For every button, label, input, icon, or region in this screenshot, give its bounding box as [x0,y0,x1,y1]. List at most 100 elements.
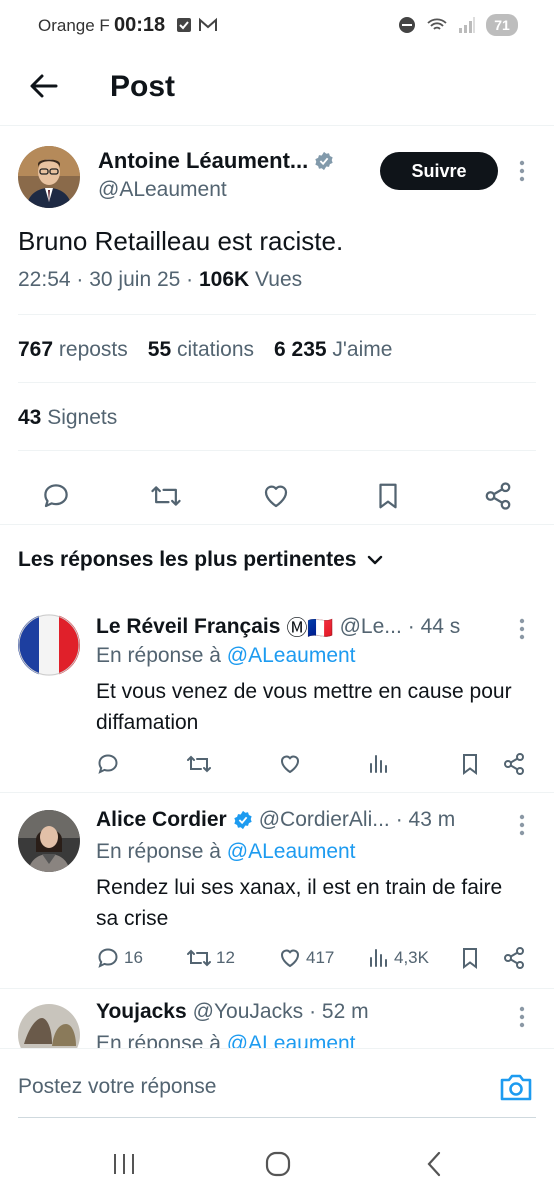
replying-to: En réponse à @ALeaument [96,840,356,863]
quotes-stat[interactable]: 55 citations [148,338,254,362]
like-count: 417 [306,948,335,967]
more-options-icon[interactable] [518,1006,526,1028]
share-icon [485,482,511,510]
reply-author-name[interactable]: Le Réveil Français [96,615,280,639]
reply-button[interactable] [36,476,76,516]
recent-apps-icon [114,1154,134,1174]
repost-button[interactable]: 12 [186,946,235,970]
reply-author-handle[interactable]: @Le... [340,615,402,639]
reply-avatar[interactable] [18,614,80,676]
reposts-stat[interactable]: 767 reposts [18,338,128,362]
more-options-icon[interactable] [518,160,526,182]
bookmarks-stat[interactable]: 43 Signets [18,406,117,430]
reply-button[interactable] [96,752,124,776]
like-button[interactable]: 417 [278,946,334,970]
recent-apps-button[interactable] [104,1148,144,1180]
reply-header: Youjacks @YouJacks · 52 m [96,1000,516,1024]
bookmark-button[interactable] [460,946,480,970]
post-date: 30 juin 25 [89,268,181,291]
back-arrow-icon[interactable] [26,68,62,104]
chevron-left-icon [427,1151,441,1177]
reply-item[interactable]: Alice Cordier @CordierAli... · 43 m En r… [0,792,554,989]
views-button[interactable] [368,752,394,776]
author-avatar[interactable] [18,146,80,208]
reply-author-name[interactable]: Alice Cordier [96,808,227,832]
reply-time: · 52 m [309,1000,369,1023]
reply-button[interactable]: 16 [96,946,143,970]
share-button[interactable] [478,476,518,516]
reply-actions [96,752,536,782]
clock: 00:18 [114,14,166,36]
reply-author-handle[interactable]: @YouJacks [193,1000,303,1024]
heart-icon [280,949,300,968]
share-icon [504,947,524,969]
like-button[interactable] [256,476,296,516]
reply-author-handle[interactable]: @CordierAli... [259,808,390,832]
reply-author-badges: Ⓜ🇫🇷 [286,617,334,640]
heart-icon [280,755,300,774]
view-count: 4,3K [394,948,429,967]
views-button[interactable]: 4,3K [368,946,429,970]
comment-icon [98,754,118,774]
carrier-label: Orange F [38,16,110,35]
chevron-down-icon [368,555,383,565]
share-button[interactable] [502,752,526,776]
reply-avatar[interactable] [18,1004,80,1048]
replying-to-link[interactable]: @ALeaument [227,1032,356,1048]
reply-time: · 43 m [395,808,456,831]
divider [0,988,554,989]
replying-to-link[interactable]: @ALeaument [227,840,356,863]
post-actions [0,466,554,526]
reply-composer: Postez votre réponse [0,1048,554,1118]
camera-icon[interactable] [498,1071,534,1103]
bookmark-button[interactable] [368,476,408,516]
repost-count: 12 [216,948,235,967]
reply-header: Le Réveil Français Ⓜ🇫🇷 @Le... · 44 s [96,612,516,642]
likes-stat[interactable]: 6 235 J'aime [274,338,392,362]
home-button[interactable] [258,1148,298,1180]
repost-button[interactable] [186,752,216,776]
more-options-icon[interactable] [518,814,526,836]
like-button[interactable] [278,752,306,776]
bookmark-button[interactable] [460,752,480,776]
replying-to: En réponse à @ALeaument [96,1032,356,1048]
reply-time: · 44 s [407,615,461,638]
comment-icon [44,484,68,508]
reply-input[interactable]: Postez votre réponse [18,1075,216,1099]
replies-sort-dropdown[interactable]: Les réponses les plus pertinentes [18,548,384,572]
repost-button[interactable] [146,476,186,516]
reply-text: Rendez lui ses xanax, il est en train de… [96,876,503,930]
repost-icon [187,949,211,967]
more-options-icon[interactable] [518,618,526,640]
author-handle[interactable]: @ALeaument [98,178,227,202]
engagement-stats: 767 reposts 55 citations 6 235 J'aime [18,338,392,362]
checkbox-notification-icon [177,18,191,32]
system-back-button[interactable] [414,1148,454,1180]
top-bar: Post [0,52,554,126]
reply-actions: 16 12 417 4,3K [96,946,536,976]
verified-badge-icon [234,810,252,830]
share-button[interactable] [502,946,526,970]
replying-to: En réponse à @ALeaument [96,644,356,667]
reply-avatar[interactable] [18,810,80,872]
mail-icon [199,17,217,31]
author-name[interactable]: Antoine Léaument... [98,148,334,174]
reply-item[interactable]: Youjacks @YouJacks · 52 m En réponse à @… [0,990,554,1048]
bookmark-icon [463,948,477,969]
divider [18,382,536,383]
bookmark-icon [463,754,477,775]
system-nav-bar [0,1130,554,1200]
share-icon [504,753,524,775]
reply-author-name[interactable]: Youjacks [96,1000,187,1024]
views-count: 106K [198,268,250,291]
battery-indicator: 71 [486,14,518,36]
reply-item[interactable]: Le Réveil Français Ⓜ🇫🇷 @Le... · 44 s En … [0,596,554,793]
comment-icon [98,948,118,968]
analytics-icon [370,949,387,967]
divider [18,450,536,451]
section-divider [0,524,554,525]
signal-icon [459,17,475,33]
follow-button[interactable]: Suivre [380,152,498,190]
verified-badge-icon [315,151,333,171]
replying-to-link[interactable]: @ALeaument [227,644,356,667]
